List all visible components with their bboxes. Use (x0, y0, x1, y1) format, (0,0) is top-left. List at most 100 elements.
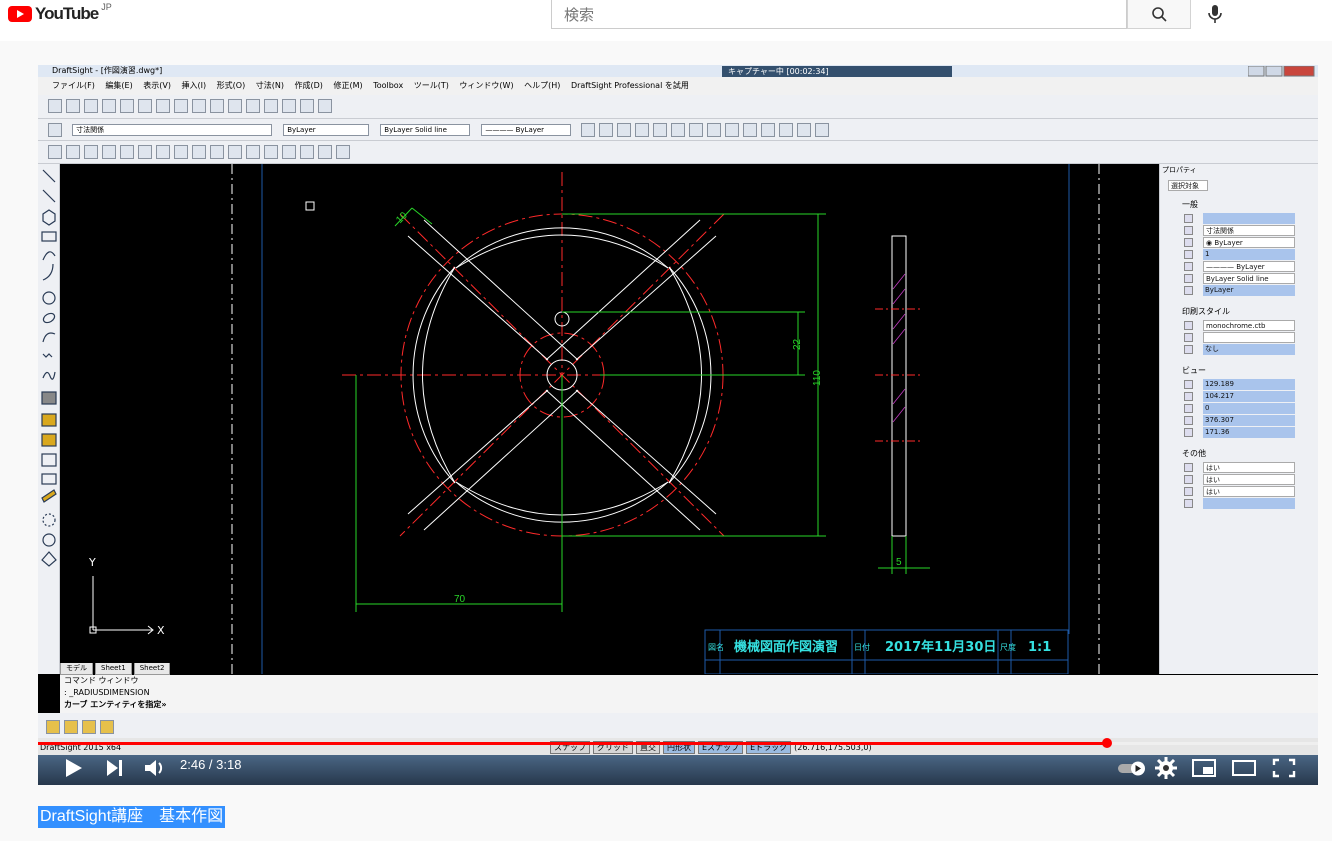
lineweight-combo[interactable]: ———— ByLayer (481, 123, 572, 136)
menu-item[interactable]: 形式(O) (217, 81, 246, 90)
drawing-canvas[interactable]: 10 22 110 70 5 Y X 図名 機械図面作図演習 日付 2017年1… (60, 164, 1159, 674)
menu-item[interactable]: 挿入(I) (182, 81, 207, 90)
cut-icon[interactable] (156, 98, 170, 113)
menu-item[interactable]: ウィンドウ(W) (459, 81, 513, 90)
chamfer-icon[interactable] (797, 122, 812, 137)
prop-value[interactable]: ◉ ByLayer (1203, 237, 1295, 248)
prop-value[interactable]: 寸法関係 (1203, 225, 1295, 236)
scrubber-handle[interactable] (1102, 738, 1112, 748)
layer-copy-icon[interactable] (64, 719, 78, 734)
autoplay-toggle-icon[interactable] (1116, 755, 1148, 781)
search-input[interactable]: 検索 (551, 0, 1127, 29)
prop-value[interactable]: ———— ByLayer (1203, 261, 1295, 272)
video-player[interactable]: DraftSight - [作図演習.dwg*] キャプチャー中 [00:02:… (38, 65, 1318, 785)
close-icon[interactable] (1283, 66, 1315, 77)
pan-icon[interactable] (264, 98, 278, 113)
command-window[interactable]: コマンド ウィンドウ : _RADIUSDIMENSION カーブ エンティティ… (60, 675, 1318, 713)
open-icon[interactable] (66, 98, 80, 113)
undo-icon[interactable] (228, 98, 242, 113)
pattern-icon[interactable] (653, 122, 668, 137)
prop-value[interactable]: ByLayer (1203, 285, 1295, 296)
diameter-dim-icon[interactable] (174, 144, 188, 159)
prop-value[interactable] (1203, 498, 1295, 509)
prop-value[interactable]: 129.189 (1203, 379, 1295, 390)
layer-state-icon[interactable] (46, 719, 60, 734)
dim-text-icon[interactable] (336, 144, 350, 159)
redo-icon[interactable] (246, 98, 260, 113)
zoom-icon[interactable] (138, 98, 152, 113)
preview-icon[interactable] (120, 98, 134, 113)
dim-edit-icon[interactable] (300, 144, 314, 159)
offset-icon[interactable] (635, 122, 650, 137)
zoom-window-icon[interactable] (282, 98, 296, 113)
center-mark-icon[interactable] (156, 144, 170, 159)
arc-length-icon[interactable] (228, 144, 242, 159)
erase-icon[interactable] (581, 122, 596, 137)
next-icon[interactable] (100, 755, 128, 781)
tab-sheet2[interactable]: Sheet2 (133, 663, 171, 675)
tolerance-icon[interactable] (264, 144, 278, 159)
draw-tool-icons[interactable] (38, 164, 60, 574)
explode-icon[interactable] (815, 122, 830, 137)
prop-value[interactable] (1203, 332, 1295, 343)
prop-value[interactable]: ByLayer Solid line (1203, 273, 1295, 284)
linear-dim-icon[interactable] (84, 144, 98, 159)
brush-icon[interactable] (210, 98, 224, 113)
ordinate-dim-icon[interactable] (138, 144, 152, 159)
command-prompt[interactable]: カーブ エンティティを指定» (60, 699, 1318, 711)
layer-manager-icon[interactable] (318, 98, 332, 113)
continue-dim-icon[interactable] (120, 144, 134, 159)
play-icon[interactable] (60, 755, 88, 781)
prop-value[interactable]: 0 (1203, 403, 1295, 414)
angular-dim-icon[interactable] (210, 144, 224, 159)
layer-combo[interactable]: 寸法関係 (72, 123, 273, 136)
menu-item[interactable]: 編集(E) (105, 81, 132, 90)
fullscreen-icon[interactable] (1270, 755, 1298, 781)
menu-item[interactable]: 寸法(N) (256, 81, 284, 90)
voice-search-button[interactable] (1202, 2, 1228, 28)
dim-style-icon[interactable] (282, 144, 296, 159)
stretch-icon[interactable] (725, 122, 740, 137)
fillet-icon[interactable] (779, 122, 794, 137)
volume-icon[interactable] (140, 755, 168, 781)
prop-value[interactable]: 171.36 (1203, 427, 1295, 438)
copy-entity-icon[interactable] (599, 122, 614, 137)
menu-item[interactable]: ツール(T) (414, 81, 449, 90)
settings-gear-icon[interactable] (1152, 755, 1180, 781)
menu-item[interactable]: 表示(V) (143, 81, 171, 90)
save-icon[interactable] (84, 98, 98, 113)
search-button[interactable] (1127, 0, 1191, 29)
theater-mode-icon[interactable] (1230, 755, 1258, 781)
progress-bar-played[interactable] (38, 742, 1111, 745)
radius-dim-icon[interactable] (192, 144, 206, 159)
layer-icon[interactable] (48, 122, 62, 137)
new-icon[interactable] (48, 98, 62, 113)
miniplayer-icon[interactable] (1190, 755, 1218, 781)
extend-icon[interactable] (761, 122, 776, 137)
menu-item[interactable]: 作成(D) (295, 81, 323, 90)
layer-walk-icon[interactable] (100, 719, 114, 734)
menu-item[interactable]: ファイル(F) (52, 81, 95, 90)
dim-update-icon[interactable] (318, 144, 332, 159)
restore-icon[interactable] (1265, 66, 1283, 77)
zoom-previous-icon[interactable] (300, 98, 314, 113)
prop-value[interactable]: 1 (1203, 249, 1295, 260)
prop-value[interactable]: 376.307 (1203, 415, 1295, 426)
video-title[interactable]: DraftSight講座 基本作図 (38, 806, 226, 828)
prop-value[interactable]: はい (1203, 486, 1295, 497)
copy-icon[interactable] (174, 98, 188, 113)
menu-item[interactable]: ヘルプ(H) (524, 81, 560, 90)
paste-icon[interactable] (192, 98, 206, 113)
prop-value[interactable] (1203, 213, 1295, 224)
prop-value[interactable]: はい (1203, 474, 1295, 485)
rotate-icon[interactable] (689, 122, 704, 137)
layer-merge-icon[interactable] (82, 719, 96, 734)
baseline-dim-icon[interactable] (102, 144, 116, 159)
mirror-icon[interactable] (617, 122, 632, 137)
prop-value[interactable]: 104.217 (1203, 391, 1295, 402)
trim-icon[interactable] (743, 122, 758, 137)
scale-icon[interactable] (707, 122, 722, 137)
menu-item[interactable]: DraftSight Professional を試用 (571, 81, 689, 90)
menu-item[interactable]: Toolbox (373, 81, 403, 90)
linetype-combo[interactable]: ByLayer Solid line (380, 123, 471, 136)
